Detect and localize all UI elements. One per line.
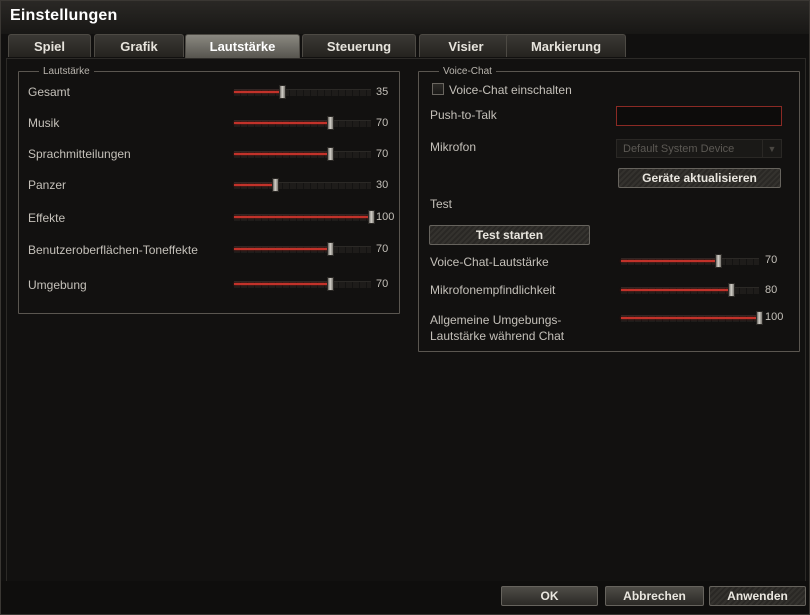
volume-label-musik: Musik bbox=[28, 116, 60, 130]
volume-slider-umgebung[interactable] bbox=[234, 277, 371, 291]
volume-value-gesamt: 35 bbox=[376, 86, 389, 98]
volume-label-effekte: Effekte bbox=[28, 211, 66, 225]
volume-value-ui-effects: 70 bbox=[376, 243, 389, 255]
voice-chat-volume-value: 70 bbox=[765, 254, 778, 266]
tab-visier[interactable]: Visier bbox=[419, 34, 513, 57]
volume-slider-effekte[interactable] bbox=[234, 210, 375, 224]
tab-markierung[interactable]: Markierung bbox=[506, 34, 626, 57]
tab-steuerung[interactable]: Steuerung bbox=[302, 34, 416, 57]
volume-value-panzer: 30 bbox=[376, 179, 389, 191]
slider-fill bbox=[234, 153, 330, 155]
volume-value-musik: 70 bbox=[376, 117, 389, 129]
slider-fill bbox=[234, 216, 371, 218]
volume-slider-gesamt[interactable] bbox=[234, 85, 371, 99]
microphone-label: Mikrofon bbox=[430, 140, 477, 154]
mic-sensitivity-label: Mikrofonempfindlichkeit bbox=[430, 283, 556, 297]
slider-thumb[interactable] bbox=[326, 116, 334, 130]
voice-chat-enable-label[interactable]: Voice-Chat einschalten bbox=[449, 83, 572, 97]
ambient-volume-slider[interactable] bbox=[621, 311, 763, 325]
slider-thumb[interactable] bbox=[278, 85, 286, 99]
slider-fill bbox=[234, 91, 282, 93]
slider-thumb[interactable] bbox=[368, 210, 375, 224]
slider-thumb[interactable] bbox=[326, 277, 334, 291]
voice-chat-volume-slider[interactable] bbox=[621, 254, 759, 268]
volume-slider-sprachmitteilungen[interactable] bbox=[234, 147, 371, 161]
volume-label-umgebung: Umgebung bbox=[28, 278, 87, 292]
volume-group-legend: Lautstärke bbox=[43, 66, 90, 77]
slider-thumb[interactable] bbox=[326, 147, 334, 161]
volume-value-effekte: 100 bbox=[376, 211, 395, 223]
test-label: Test bbox=[430, 197, 453, 211]
volume-label-ui-effects: Benutzeroberflächen-Toneffekte bbox=[28, 243, 198, 257]
ambient-volume-label-line1: Allgemeine Umgebungs- bbox=[430, 313, 562, 327]
push-to-talk-input[interactable] bbox=[616, 106, 782, 126]
volume-label-panzer: Panzer bbox=[28, 178, 67, 192]
slider-fill bbox=[234, 122, 330, 124]
voice-chat-volume-label: Voice-Chat-Lautstärke bbox=[430, 255, 549, 269]
apply-button[interactable]: Anwenden bbox=[709, 586, 806, 606]
ambient-volume-value: 100 bbox=[765, 311, 784, 323]
push-to-talk-label: Push-to-Talk bbox=[430, 108, 497, 122]
slider-thumb[interactable] bbox=[272, 178, 280, 192]
tab-lautstaerke[interactable]: Lautstärke bbox=[185, 34, 300, 59]
slider-fill bbox=[234, 248, 330, 250]
slider-fill bbox=[621, 317, 759, 319]
slider-fill bbox=[234, 283, 330, 285]
volume-label-sprachmitteilungen: Sprachmitteilungen bbox=[28, 147, 131, 161]
cancel-button[interactable]: Abbrechen bbox=[605, 586, 704, 606]
title-bar: Einstellungen bbox=[1, 1, 809, 34]
microphone-selected-value: Default System Device bbox=[623, 143, 735, 155]
window-title: Einstellungen bbox=[10, 7, 118, 24]
slider-fill bbox=[621, 289, 732, 291]
voice-chat-enable-checkbox[interactable] bbox=[432, 83, 444, 95]
slider-thumb[interactable] bbox=[728, 283, 736, 297]
chevron-down-icon[interactable]: ▼ bbox=[762, 140, 781, 157]
test-start-button[interactable]: Test starten bbox=[429, 225, 590, 245]
slider-thumb[interactable] bbox=[326, 242, 334, 256]
volume-slider-ui-effects[interactable] bbox=[234, 242, 371, 256]
settings-window: Einstellungen Spiel Grafik Lautstärke St… bbox=[0, 0, 810, 615]
microphone-select[interactable]: Default System Device ▼ bbox=[616, 139, 782, 158]
slider-fill bbox=[234, 184, 276, 186]
slider-thumb[interactable] bbox=[714, 254, 722, 268]
ok-button[interactable]: OK bbox=[501, 586, 598, 606]
slider-fill bbox=[621, 260, 718, 262]
voice-chat-group-legend: Voice-Chat bbox=[443, 66, 492, 77]
mic-sensitivity-value: 80 bbox=[765, 284, 778, 296]
volume-value-umgebung: 70 bbox=[376, 278, 389, 290]
mic-sensitivity-slider[interactable] bbox=[621, 283, 759, 297]
tab-grafik[interactable]: Grafik bbox=[94, 34, 184, 57]
refresh-devices-button[interactable]: Geräte aktualisieren bbox=[618, 168, 781, 188]
ambient-volume-label-line2: Lautstärke während Chat bbox=[430, 329, 565, 343]
slider-thumb[interactable] bbox=[756, 311, 763, 325]
tab-spiel[interactable]: Spiel bbox=[8, 34, 91, 57]
volume-slider-panzer[interactable] bbox=[234, 178, 371, 192]
volume-value-sprachmitteilungen: 70 bbox=[376, 148, 389, 160]
volume-slider-musik[interactable] bbox=[234, 116, 371, 130]
volume-label-gesamt: Gesamt bbox=[28, 85, 71, 99]
